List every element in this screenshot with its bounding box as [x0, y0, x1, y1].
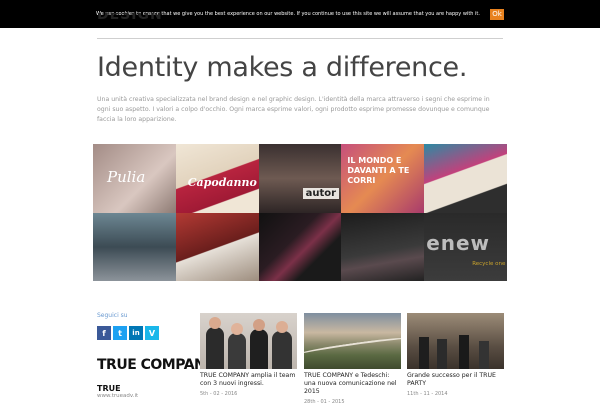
news-item[interactable]: Grande successo per il TRUE PARTY 11th -…: [407, 313, 504, 397]
tile-text: autor: [302, 188, 340, 199]
news-item[interactable]: TRUE COMPANY e Tedeschi: una nuova comun…: [304, 313, 401, 405]
brand-name: TRUE COMPANY: [97, 357, 215, 373]
header-divider: [97, 38, 503, 39]
site-logo[interactable]: DESIGN: [97, 13, 163, 29]
portfolio-tile[interactable]: IL MONDO E DAVANTI A TE CORRI: [341, 144, 425, 213]
tile-text: enew: [426, 230, 491, 255]
portfolio-tile[interactable]: Pulia: [93, 144, 176, 213]
site-logo-text: DESIGN: [97, 13, 163, 23]
news-image[interactable]: [407, 313, 504, 369]
portfolio-tile[interactable]: [258, 212, 342, 281]
twitter-icon[interactable]: t: [113, 326, 127, 340]
portfolio-tile[interactable]: [341, 212, 425, 281]
linkedin-icon[interactable]: in: [129, 326, 143, 340]
facebook-icon[interactable]: f: [97, 326, 111, 340]
news-date: 11th - 11 - 2014: [407, 391, 448, 397]
social-links: f t in V: [97, 326, 159, 340]
tile-text: IL MONDO E DAVANTI A TE CORRI: [347, 156, 410, 185]
portfolio-tile[interactable]: autor: [258, 144, 342, 213]
vimeo-icon[interactable]: V: [145, 326, 159, 340]
news-item[interactable]: TRUE COMPANY amplia il team con 3 nuovi …: [200, 313, 297, 397]
news-title[interactable]: TRUE COMPANY amplia il team con 3 nuovi …: [200, 372, 297, 388]
brand-url[interactable]: www.trueadv.it: [97, 393, 138, 399]
news-title[interactable]: Grande successo per il TRUE PARTY: [407, 372, 504, 388]
cookie-bar: We use cookies to ensure that we give yo…: [0, 0, 600, 28]
portfolio-tile[interactable]: [175, 212, 259, 281]
brand-small-logo: TRUE: [97, 384, 121, 393]
news-title[interactable]: TRUE COMPANY e Tedeschi: una nuova comun…: [304, 372, 401, 396]
news-image[interactable]: [304, 313, 401, 369]
tile-text: Capodanno: [187, 176, 257, 189]
tile-text: Pulia: [107, 168, 146, 186]
portfolio-tile[interactable]: [424, 144, 507, 213]
portfolio-tile[interactable]: Capodanno: [175, 144, 259, 213]
cookie-accept-button[interactable]: Ok: [489, 8, 504, 20]
page-title: Identity makes a difference.: [97, 52, 468, 83]
news-image[interactable]: [200, 313, 297, 369]
portfolio-tile[interactable]: [93, 212, 176, 281]
follow-us-label: Seguici su: [97, 312, 128, 319]
intro-text: Una unità creativa specializzata nel bra…: [97, 96, 490, 123]
news-date: 5th - 02 - 2016: [200, 391, 238, 397]
portfolio-tile[interactable]: enew Recycle one: [424, 212, 507, 281]
tile-caption: Recycle one: [472, 260, 506, 267]
portfolio-mosaic: Pulia Capodanno autor IL MONDO E DAVANTI…: [93, 144, 507, 281]
